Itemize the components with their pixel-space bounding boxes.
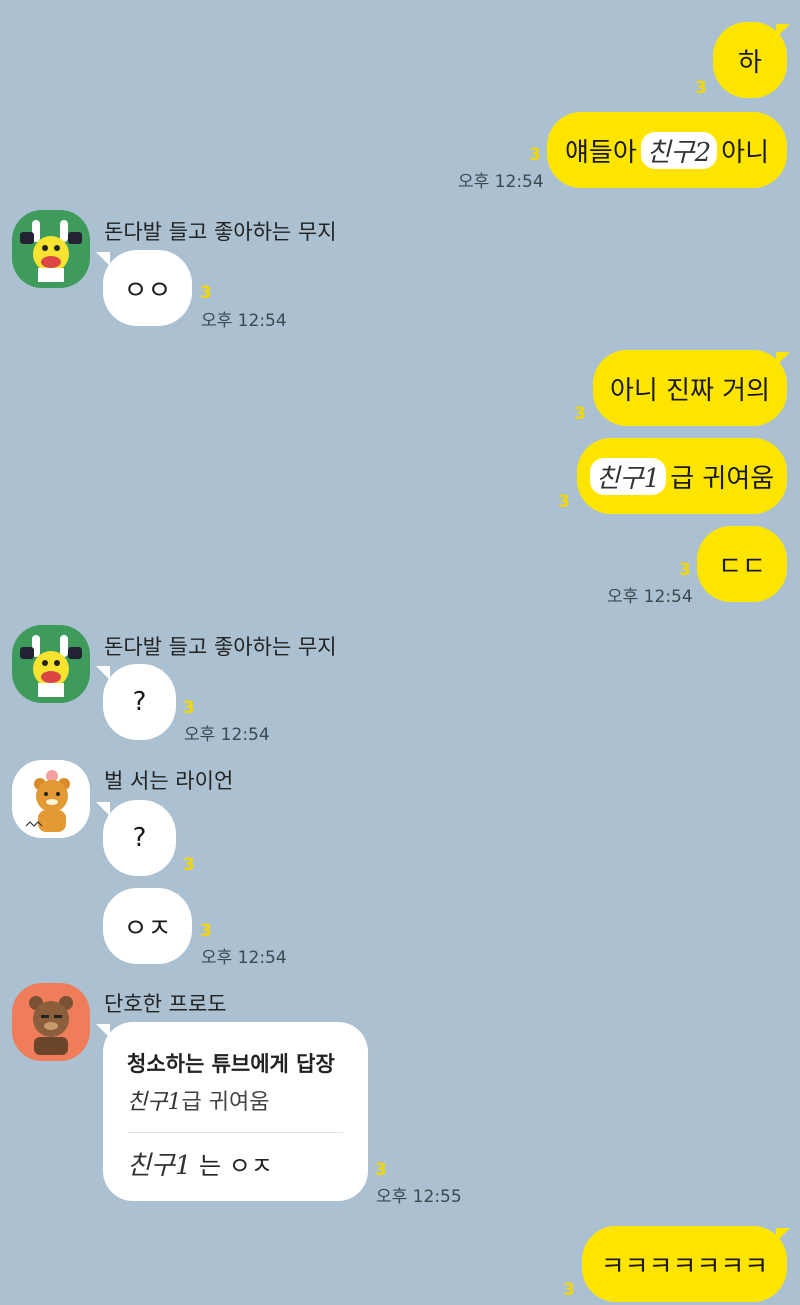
reply-quote: 친구1급 귀여움: [127, 1084, 344, 1116]
message-time: 오후 12:54: [201, 948, 287, 968]
message-text: 급 귀여움: [670, 463, 775, 494]
sender-name: 돈다발 들고 좋아하는 무지: [104, 220, 337, 244]
bubble-tail: [96, 252, 110, 266]
message-text-suffix: 아니: [721, 137, 769, 168]
unread-count: 3: [200, 283, 212, 303]
sender-name: 돈다발 들고 좋아하는 무지: [104, 635, 337, 659]
unread-count: 3: [679, 560, 691, 580]
my-message-bubble[interactable]: 친구1 급 귀여움: [577, 438, 787, 514]
masked-name: 친구1: [589, 457, 667, 495]
sender-name: 벌 서는 라이언: [104, 769, 234, 793]
unread-count: 3: [375, 1160, 387, 1180]
unread-count: 3: [183, 855, 195, 875]
my-message-bubble[interactable]: 얘들아 친구2 아니: [547, 112, 787, 188]
muzi-icon: [20, 635, 82, 697]
muzi-avatar[interactable]: [12, 210, 90, 288]
unread-count: 3: [200, 921, 212, 941]
their-message-bubble[interactable]: ㅇㅇ: [103, 250, 192, 326]
frodo-icon: [29, 996, 73, 1055]
reply-divider: [127, 1132, 343, 1133]
message-text: 는 ㅇㅈ: [191, 1152, 273, 1180]
masked-name: 친구1: [127, 1145, 192, 1182]
unread-count: 3: [695, 78, 707, 98]
reply-body: 친구1 는 ㅇㅈ: [127, 1145, 344, 1182]
message-time: 오후 12:54: [458, 172, 544, 192]
message-text: ㅇㅇ: [123, 275, 172, 306]
message-text: 아니 진짜 거의: [609, 375, 771, 406]
ryan-avatar[interactable]: [12, 760, 90, 838]
reply-message-bubble[interactable]: 청소하는 튜브에게 답장 친구1급 귀여움 친구1 는 ㅇㅈ: [103, 1022, 368, 1201]
bubble-tail: [776, 1228, 790, 1242]
unread-count: 3: [529, 145, 541, 165]
message-time: 오후 12:54: [201, 311, 287, 331]
their-message-bubble[interactable]: ㅇㅈ: [103, 888, 192, 964]
bubble-tail: [776, 24, 790, 38]
sender-name: 단호한 프로도: [104, 992, 227, 1016]
my-message-bubble[interactable]: ㅋㅋㅋㅋㅋㅋㅋ: [582, 1226, 787, 1302]
bubble-tail: [776, 352, 790, 366]
their-message-bubble[interactable]: ?: [103, 664, 176, 740]
message-time: 오후 12:54: [184, 725, 270, 745]
message-text: 하: [738, 47, 762, 78]
muzi-avatar[interactable]: [12, 625, 90, 703]
message-text: 얘들아: [565, 137, 637, 168]
masked-name: 친구1: [127, 1084, 182, 1116]
message-time: 오후 12:54: [607, 587, 693, 607]
message-text: ?: [132, 823, 147, 853]
message-text: ㄷㄷ: [718, 551, 766, 582]
reply-header: 청소하는 튜브에게 답장: [127, 1052, 335, 1076]
my-message-bubble[interactable]: ㄷㄷ: [697, 526, 787, 602]
message-time: 오후 12:55: [376, 1187, 462, 1207]
bubble-tail: [96, 802, 110, 816]
bubble-tail: [96, 1024, 110, 1038]
unread-count: 3: [183, 698, 195, 718]
message-text: ?: [132, 687, 147, 717]
message-text: ㅇㅈ: [123, 913, 172, 944]
quote-text: 급 귀여움: [181, 1090, 270, 1115]
frodo-avatar[interactable]: [12, 983, 90, 1061]
unread-count: 3: [574, 404, 586, 424]
unread-count: 3: [558, 492, 570, 512]
masked-name: 친구2: [640, 131, 718, 169]
message-text: ㅋㅋㅋㅋㅋㅋㅋ: [600, 1251, 769, 1282]
muzi-icon: [20, 220, 82, 282]
my-message-bubble[interactable]: 아니 진짜 거의: [593, 350, 787, 426]
ryan-icon: [25, 770, 70, 832]
their-message-bubble[interactable]: ?: [103, 800, 176, 876]
unread-count: 3: [563, 1280, 575, 1300]
bubble-tail: [96, 666, 110, 680]
